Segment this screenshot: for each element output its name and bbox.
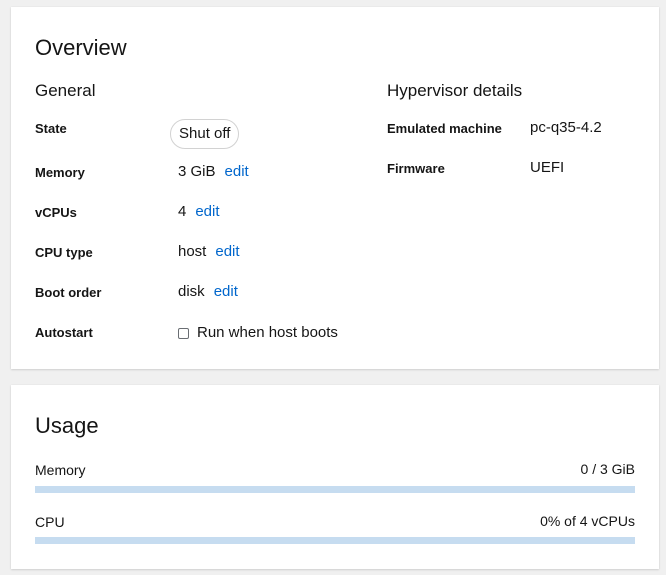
memory-value-container: 3 GiB edit bbox=[178, 162, 249, 182]
emulated-machine-value: pc-q35-4.2 bbox=[530, 119, 602, 136]
usage-memory-label: Memory bbox=[35, 462, 86, 478]
memory-usage-bar bbox=[35, 486, 635, 493]
vcpus-label: vCPUs bbox=[35, 205, 77, 220]
firmware-label: Firmware bbox=[387, 161, 445, 176]
cpu-type-value: host bbox=[178, 243, 207, 260]
state-value-container: Shut off bbox=[170, 119, 247, 149]
state-badge: Shut off bbox=[170, 119, 240, 149]
usage-memory-value: 0 / 3 GiB bbox=[580, 461, 635, 477]
usage-card: Usage Memory 0 / 3 GiB CPU 0% of 4 vCPUs bbox=[11, 385, 659, 569]
vcpus-value-container: 4 edit bbox=[178, 202, 220, 222]
vcpus-value: 4 bbox=[178, 203, 187, 220]
memory-value: 3 GiB bbox=[178, 163, 216, 180]
boot-order-label: Boot order bbox=[35, 285, 102, 300]
boot-order-value-container: disk edit bbox=[178, 282, 238, 302]
memory-edit-link[interactable]: edit bbox=[225, 162, 249, 182]
cpu-type-value-container: host edit bbox=[178, 242, 240, 262]
usage-cpu-label: CPU bbox=[35, 514, 65, 530]
overview-title: Overview bbox=[35, 35, 127, 60]
memory-label: Memory bbox=[35, 165, 85, 180]
firmware-value: UEFI bbox=[530, 159, 565, 176]
usage-title: Usage bbox=[35, 413, 99, 438]
emulated-machine-label: Emulated machine bbox=[387, 121, 502, 136]
state-label: State bbox=[35, 121, 67, 136]
hypervisor-heading: Hypervisor details bbox=[387, 81, 523, 100]
autostart-label: Autostart bbox=[35, 325, 93, 340]
autostart-checkbox-container[interactable]: Run when host boots bbox=[178, 323, 338, 343]
autostart-checkbox[interactable] bbox=[178, 327, 189, 339]
cpu-type-label: CPU type bbox=[35, 245, 93, 260]
boot-order-value: disk bbox=[178, 283, 205, 300]
cpu-usage-bar bbox=[35, 537, 635, 544]
cpu-type-edit-link[interactable]: edit bbox=[215, 242, 239, 262]
vcpus-edit-link[interactable]: edit bbox=[195, 202, 219, 222]
autostart-checkbox-label[interactable]: Run when host boots bbox=[197, 323, 338, 343]
usage-cpu-value: 0% of 4 vCPUs bbox=[540, 513, 635, 529]
overview-card: Overview General State Shut off Memory 3… bbox=[11, 7, 659, 369]
general-heading: General bbox=[35, 81, 96, 100]
boot-order-edit-link[interactable]: edit bbox=[214, 282, 238, 302]
